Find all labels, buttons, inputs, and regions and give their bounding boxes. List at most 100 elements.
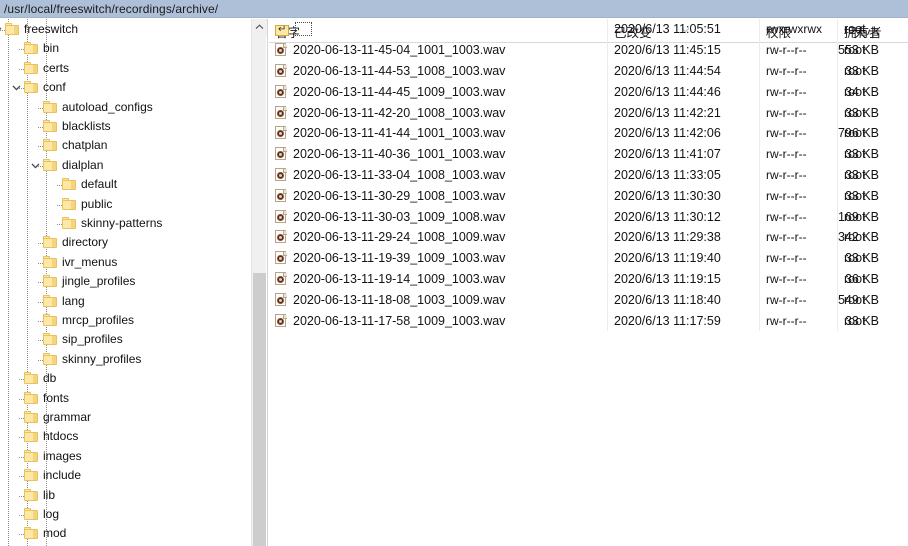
cell-name[interactable]: 2020-06-13-11-30-03_1009_1008.wav (275, 206, 505, 227)
tree-item-label: skinny_profiles (62, 351, 142, 366)
cell-permissions: rw-r--r-- (766, 105, 807, 120)
cell-name[interactable]: 2020-06-13-11-19-39_1009_1003.wav (275, 248, 505, 269)
tree-item-label: autoload_configs (62, 99, 153, 114)
directory-tree-pane[interactable]: freeswitch bin certs conf autoload_configsbl… (0, 19, 268, 546)
tree-item-mrcp_profiles[interactable]: mrcp_profiles (0, 311, 250, 330)
tree-item-include[interactable]: include (0, 466, 250, 485)
row-column-divider (759, 268, 760, 290)
cell-date: 2020/6/13 11:17:59 (614, 313, 721, 328)
tree-item-lib[interactable]: lib (0, 486, 250, 505)
cell-name[interactable]: 2020-06-13-11-40-36_1001_1003.wav (275, 144, 505, 165)
tree-item-sip_profiles[interactable]: sip_profiles (0, 330, 250, 349)
file-name-text: 2020-06-13-11-30-29_1008_1003.wav (293, 188, 506, 203)
cell-permissions: rw-r--r-- (766, 147, 807, 162)
tree-item-label: dialplan (62, 157, 104, 172)
scroll-up-button[interactable] (252, 19, 267, 35)
folder-icon (24, 430, 38, 443)
cell-name[interactable]: ↵ (275, 19, 312, 40)
tree-item-log[interactable]: log (0, 505, 250, 524)
row-column-divider (607, 102, 608, 123)
audio-file-icon (275, 271, 288, 286)
file-list-row[interactable]: 2020-06-13-11-29-24_1008_1009.wav 342 KB 2… (269, 227, 908, 248)
tree-item-lang[interactable]: lang (0, 292, 250, 311)
tree-item-bin[interactable]: bin (0, 39, 250, 58)
tree-item-autoload_configs[interactable]: autoload_configs (0, 98, 250, 117)
tree-item-dialplan[interactable]: dialplan (0, 156, 250, 175)
cell-name[interactable]: 2020-06-13-11-19-14_1009_1003.wav (275, 269, 505, 290)
cell-date: 2020/6/13 11:44:54 (614, 63, 721, 78)
cell-date: 2020/6/13 11:19:15 (614, 271, 721, 286)
file-list-row[interactable]: 2020-06-13-11-44-53_1008_1003.wav 33 KB 20… (269, 60, 908, 82)
cell-permissions: rw-r--r-- (766, 271, 807, 286)
row-column-divider (607, 123, 608, 144)
cell-name[interactable]: 2020-06-13-11-18-08_1003_1009.wav (275, 289, 505, 310)
directory-tree[interactable]: freeswitch bin certs conf autoload_configsbl… (0, 19, 252, 546)
cell-permissions: rw-r--r-- (766, 126, 807, 141)
file-list-row[interactable]: 2020-06-13-11-19-14_1009_1003.wav 36 KB 20… (269, 268, 908, 290)
tree-item-directory[interactable]: directory (0, 233, 250, 252)
file-list-row[interactable]: 2020-06-13-11-33-04_1008_1003.wav 33 KB 20… (269, 164, 908, 186)
file-list-row[interactable]: ↵ 2020/6/13 11:05:51 rwxrwxrwx root (269, 19, 908, 40)
folder-icon (43, 236, 57, 249)
file-list-row[interactable]: 2020-06-13-11-44-45_1009_1003.wav 34 KB 20… (269, 81, 908, 103)
file-list-row[interactable]: 2020-06-13-11-40-36_1001_1003.wav 33 KB 20… (269, 143, 908, 165)
cell-owner: root (844, 22, 866, 37)
cell-permissions: rw-r--r-- (766, 63, 807, 78)
tree-item-htdocs[interactable]: htdocs (0, 427, 250, 446)
file-list-row[interactable]: 2020-06-13-11-30-03_1009_1008.wav 169 KB 2… (269, 206, 908, 227)
cell-permissions: rw-r--r-- (766, 43, 807, 58)
tree-item-ivr_menus[interactable]: ivr_menus (0, 253, 250, 272)
file-name-text: 2020-06-13-11-42-20_1008_1003.wav (293, 105, 506, 120)
file-list-row[interactable]: 2020-06-13-11-41-44_1001_1003.wav 796 KB 2… (269, 123, 908, 144)
path-bar[interactable]: /usr/local/freeswitch/recordings/archive… (0, 0, 908, 18)
file-list-row[interactable]: 2020-06-13-11-45-04_1001_1003.wav 553 KB 2… (269, 39, 908, 61)
tree-item-grammar[interactable]: grammar (0, 408, 250, 427)
file-list-row[interactable]: 2020-06-13-11-30-29_1008_1003.wav 33 KB 20… (269, 185, 908, 207)
file-list-row[interactable]: 2020-06-13-11-19-39_1009_1003.wav 33 KB 20… (269, 247, 908, 269)
row-column-divider (759, 310, 760, 331)
row-column-divider (607, 19, 608, 40)
audio-file-icon (275, 230, 288, 244)
cell-name[interactable]: 2020-06-13-11-42-20_1008_1003.wav (275, 102, 505, 123)
cell-name[interactable]: 2020-06-13-11-33-04_1008_1003.wav (275, 165, 505, 186)
tree-item-chatplan[interactable]: chatplan (0, 136, 250, 155)
cell-date: 2020/6/13 11:30:12 (614, 209, 721, 224)
cell-name[interactable]: 2020-06-13-11-30-29_1008_1003.wav (275, 185, 505, 206)
folder-icon (24, 61, 38, 74)
scroll-thumb[interactable] (253, 273, 266, 546)
folder-icon (62, 197, 76, 210)
cell-name[interactable]: 2020-06-13-11-45-04_1001_1003.wav (275, 40, 505, 61)
cell-name[interactable]: 2020-06-13-11-44-53_1008_1003.wav (275, 61, 505, 82)
tree-item-fonts[interactable]: fonts (0, 389, 250, 408)
folder-icon (62, 178, 76, 191)
tree-item-mod[interactable]: mod (0, 524, 250, 543)
tree-item-conf[interactable]: conf (0, 78, 250, 97)
cell-date: 2020/6/13 11:44:46 (614, 84, 721, 99)
file-list-pane[interactable]: 名字 大小 已改变 权限 拥有者 ↵2020/6/13 11:05:51rwxr… (269, 19, 908, 546)
tree-item-freeswitch[interactable]: freeswitch (0, 20, 250, 39)
file-list-row[interactable]: 2020-06-13-11-18-08_1003_1009.wav 549 KB 2… (269, 289, 908, 311)
file-name-text: 2020-06-13-11-30-03_1009_1008.wav (293, 209, 506, 224)
focus-rectangle (295, 22, 312, 37)
row-column-divider (607, 60, 608, 82)
cell-name[interactable]: 2020-06-13-11-44-45_1009_1003.wav (275, 81, 505, 102)
cell-name[interactable]: 2020-06-13-11-41-44_1001_1003.wav (275, 123, 505, 144)
cell-name[interactable]: 2020-06-13-11-29-24_1008_1009.wav (275, 227, 505, 248)
tree-item-jingle_profiles[interactable]: jingle_profiles (0, 272, 250, 291)
file-list-row[interactable]: 2020-06-13-11-17-58_1009_1003.wav 33 KB 20… (269, 310, 908, 331)
tree-item-skinny_profiles[interactable]: skinny_profiles (0, 350, 250, 369)
file-list-row[interactable]: 2020-06-13-11-42-20_1008_1003.wav 33 KB 20… (269, 102, 908, 123)
tree-item-public[interactable]: public (0, 195, 250, 214)
tree-item-db[interactable]: db (0, 369, 250, 388)
row-column-divider (607, 247, 608, 269)
cell-name[interactable]: 2020-06-13-11-17-58_1009_1003.wav (275, 310, 505, 331)
tree-item-images[interactable]: images (0, 447, 250, 466)
tree-item-blacklists[interactable]: blacklists (0, 117, 250, 136)
cell-permissions: rw-r--r-- (766, 230, 807, 245)
tree-item-default[interactable]: default (0, 175, 250, 194)
tree-vertical-scrollbar[interactable] (251, 19, 267, 546)
tree-item-certs[interactable]: certs (0, 59, 250, 78)
row-column-divider (759, 102, 760, 123)
cell-date: 2020/6/13 11:05:51 (614, 22, 721, 37)
tree-item-skinny-patterns[interactable]: skinny-patterns (0, 214, 250, 233)
